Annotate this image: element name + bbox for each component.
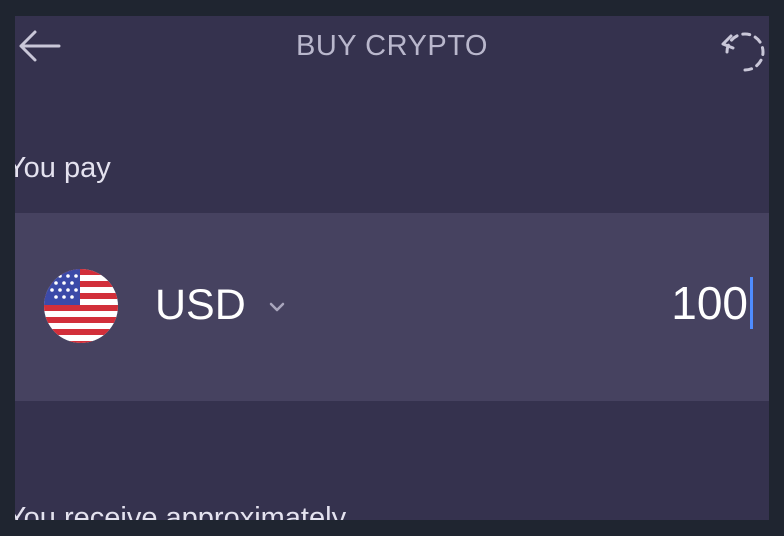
currency-select[interactable]: USD (155, 275, 286, 335)
us-flag-icon (44, 269, 118, 343)
amount-value: 100 (671, 277, 748, 329)
buy-crypto-screen: BUY CRYPTO You pay USD 100 You receive a… (15, 16, 769, 520)
page-title: BUY CRYPTO (296, 30, 488, 62)
header: BUY CRYPTO (15, 16, 769, 80)
refresh-icon (721, 32, 765, 72)
currency-code: USD (155, 280, 246, 329)
amount-input[interactable]: 100 (671, 271, 753, 335)
you-pay-label: You pay (15, 152, 111, 184)
text-caret (750, 277, 753, 329)
pay-row: USD 100 (15, 213, 769, 401)
chevron-down-icon (269, 302, 285, 312)
you-receive-label: You receive approximately (15, 502, 347, 520)
refresh-button[interactable] (717, 26, 767, 82)
